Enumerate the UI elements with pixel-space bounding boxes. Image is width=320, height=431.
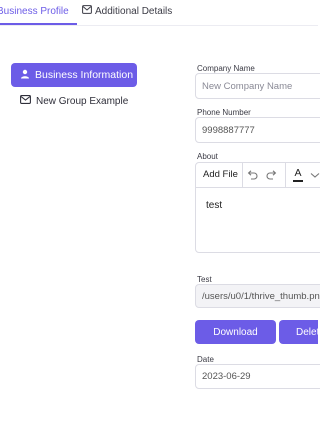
date-value: 2023-06-29 [202, 371, 251, 382]
nav-item-new-group-example-label: New Group Example [36, 95, 129, 107]
redo-icon[interactable] [265, 168, 279, 182]
company-name-input[interactable]: New Company Name [195, 73, 320, 99]
company-name-placeholder: New Company Name [202, 80, 293, 92]
date-label: Date [197, 355, 214, 364]
tab-additional-details[interactable]: Additional Details [82, 0, 172, 24]
tab-additional-details-label: Additional Details [95, 6, 173, 17]
nav-item-new-group-example[interactable]: New Group Example [20, 94, 128, 108]
undo-icon[interactable] [245, 168, 259, 182]
text-color-button[interactable]: A [293, 167, 303, 182]
date-input[interactable]: 2023-06-29 [195, 364, 320, 389]
company-name-label: Company Name [197, 64, 255, 73]
test-file-path: /users/u0/1/thrive_thumb.png [202, 290, 320, 302]
phone-number-input[interactable]: 9998887777 [195, 117, 320, 143]
user-icon [20, 69, 30, 82]
tab-business-profile[interactable]: Business Profile [0, 0, 69, 24]
delete-button-label: Delete [296, 326, 318, 338]
tab-business-profile-label: Business Profile [0, 6, 69, 17]
download-button-label: Download [213, 326, 258, 338]
chevron-down-icon[interactable] [308, 168, 320, 182]
download-button[interactable]: Download [195, 320, 276, 344]
envelope-icon [82, 0, 92, 24]
delete-button[interactable]: Delete [279, 320, 318, 344]
test-file-field: /users/u0/1/thrive_thumb.png [195, 284, 320, 308]
editor-toolbar: Add File A [196, 163, 320, 188]
envelope-icon [20, 95, 31, 107]
toolbar-divider [242, 163, 243, 187]
toolbar-divider [285, 163, 286, 187]
phone-number-label: Phone Number [197, 108, 251, 117]
text-color-swatch [293, 180, 303, 182]
tabs-divider [0, 25, 318, 26]
nav-item-business-information-label: Business Information [35, 69, 134, 81]
text-color-glyph: A [294, 167, 302, 179]
about-label: About [197, 152, 218, 161]
about-editor-content: test [206, 200, 223, 211]
add-file-button[interactable]: Add File [203, 169, 238, 180]
nav-item-business-information[interactable]: Business Information [11, 63, 137, 87]
about-editor[interactable]: Add File A test [195, 162, 320, 253]
test-label: Test [197, 275, 212, 284]
phone-number-value: 9998887777 [202, 124, 255, 136]
